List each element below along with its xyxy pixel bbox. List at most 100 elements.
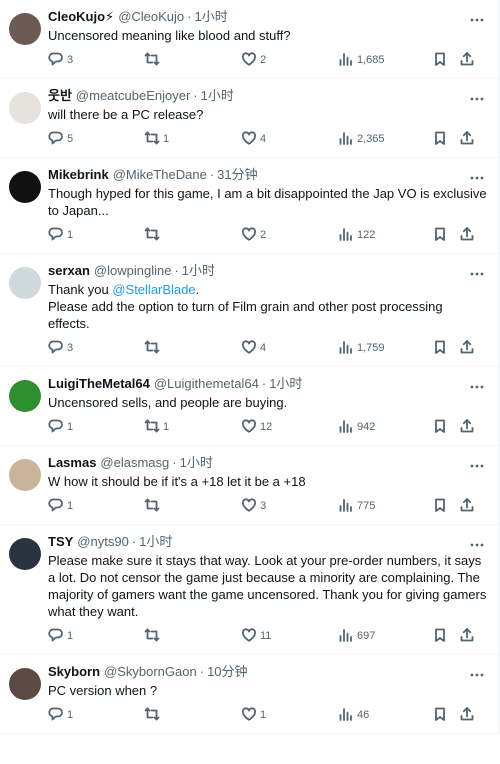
like-button[interactable]: 4: [241, 130, 266, 148]
avatar[interactable]: [9, 13, 41, 45]
avatar[interactable]: [9, 267, 41, 299]
tweet[interactable]: Mikebrink @MikeTheDane · 31分钟 Though hyp…: [0, 158, 499, 254]
avatar[interactable]: [9, 459, 41, 491]
bookmark-button[interactable]: [432, 706, 448, 724]
bookmark-button[interactable]: [432, 226, 448, 244]
tweet-text: Please make sure it stays that way. Look…: [48, 552, 487, 620]
mention-link[interactable]: @StellarBlade: [112, 282, 195, 297]
display-name[interactable]: Skyborn: [48, 663, 100, 681]
bookmark-button[interactable]: [432, 627, 448, 645]
share-button[interactable]: [459, 497, 475, 515]
like-button[interactable]: 11: [241, 627, 271, 645]
retweet-button[interactable]: [144, 226, 163, 244]
retweet-button[interactable]: [144, 706, 163, 724]
timestamp[interactable]: 1小时: [201, 87, 234, 105]
timestamp[interactable]: 10分钟: [207, 663, 247, 681]
share-button[interactable]: [459, 627, 475, 645]
bookmark-button[interactable]: [432, 130, 448, 148]
retweet-button[interactable]: [144, 51, 163, 69]
tweet[interactable]: Lasmas @elasmasg · 1小时 W how it should b…: [0, 446, 499, 525]
reply-button[interactable]: 1: [48, 627, 73, 645]
user-handle[interactable]: @MikeTheDane: [113, 166, 207, 184]
display-name[interactable]: 웃반: [48, 87, 72, 105]
views-button[interactable]: 1,759: [338, 339, 385, 357]
share-button[interactable]: [459, 339, 475, 357]
reply-button[interactable]: 1: [48, 497, 73, 515]
user-handle[interactable]: @Luigithemetal64: [154, 375, 259, 393]
views-button[interactable]: 2,365: [338, 130, 385, 148]
bookmark-button[interactable]: [432, 497, 448, 515]
retweet-button[interactable]: 1: [144, 130, 169, 148]
share-button[interactable]: [459, 706, 475, 724]
bookmark-button[interactable]: [432, 339, 448, 357]
more-icon[interactable]: [469, 379, 485, 395]
timestamp[interactable]: 31分钟: [217, 166, 257, 184]
reply-button[interactable]: 3: [48, 51, 73, 69]
views-button[interactable]: 775: [338, 497, 375, 515]
bookmark-button[interactable]: [432, 51, 448, 69]
more-icon[interactable]: [469, 667, 485, 683]
user-handle[interactable]: @lowpingline: [94, 262, 172, 280]
tweet[interactable]: TSY @nyts90 · 1小时 Please make sure it st…: [0, 525, 499, 655]
user-handle[interactable]: @CleoKujo: [118, 8, 184, 26]
more-icon[interactable]: [469, 266, 485, 282]
retweet-button[interactable]: 1: [144, 418, 169, 436]
reply-button[interactable]: 3: [48, 339, 73, 357]
timestamp[interactable]: 1小时: [180, 454, 213, 472]
share-button[interactable]: [459, 130, 475, 148]
like-button[interactable]: 4: [241, 339, 266, 357]
views-button[interactable]: 697: [338, 627, 375, 645]
share-button[interactable]: [459, 226, 475, 244]
timestamp[interactable]: 1小时: [139, 533, 172, 551]
more-icon[interactable]: [469, 458, 485, 474]
user-handle[interactable]: @nyts90: [77, 533, 129, 551]
timestamp[interactable]: 1小时: [182, 262, 215, 280]
more-icon[interactable]: [469, 537, 485, 553]
share-button[interactable]: [459, 51, 475, 69]
views-button[interactable]: 46: [338, 706, 369, 724]
like-button[interactable]: 2: [241, 226, 266, 244]
share-button[interactable]: [459, 418, 475, 436]
retweet-button[interactable]: [144, 497, 163, 515]
retweet-button[interactable]: [144, 339, 163, 357]
tweet[interactable]: Skyborn @SkybornGaon · 10分钟 PC version w…: [0, 655, 499, 734]
display-name[interactable]: TSY: [48, 533, 73, 551]
bookmark-button[interactable]: [432, 418, 448, 436]
views-count: 942: [357, 421, 376, 433]
views-button[interactable]: 1,685: [338, 51, 385, 69]
like-button[interactable]: 12: [241, 418, 272, 436]
like-button[interactable]: 1: [241, 706, 266, 724]
display-name[interactable]: LuigiTheMetal64: [48, 375, 150, 393]
like-button[interactable]: 2: [241, 51, 266, 69]
tweet[interactable]: 웃반 @meatcubeEnjoyer · 1小时 will there be …: [0, 79, 499, 158]
display-name[interactable]: CleoKujo⚡: [48, 8, 114, 26]
avatar[interactable]: [9, 668, 41, 700]
display-name[interactable]: serxan: [48, 262, 90, 280]
reply-button[interactable]: 1: [48, 226, 73, 244]
timestamp[interactable]: 1小时: [194, 8, 227, 26]
tweet[interactable]: CleoKujo⚡ @CleoKujo · 1小时 Uncensored mea…: [0, 0, 499, 79]
avatar[interactable]: [9, 380, 41, 412]
more-icon[interactable]: [469, 170, 485, 186]
user-handle[interactable]: @elasmasg: [100, 454, 169, 472]
views-button[interactable]: 942: [338, 418, 375, 436]
tweet[interactable]: serxan @lowpingline · 1小时 Thank you @Ste…: [0, 254, 499, 367]
user-handle[interactable]: @SkybornGaon: [104, 663, 197, 681]
retweet-button[interactable]: [144, 627, 163, 645]
views-button[interactable]: 122: [338, 226, 375, 244]
reply-button[interactable]: 1: [48, 418, 73, 436]
display-name[interactable]: Mikebrink: [48, 166, 109, 184]
avatar[interactable]: [9, 538, 41, 570]
avatar[interactable]: [9, 171, 41, 203]
reply-button[interactable]: 1: [48, 706, 73, 724]
timestamp[interactable]: 1小时: [269, 375, 302, 393]
avatar[interactable]: [9, 92, 41, 124]
display-name[interactable]: Lasmas: [48, 454, 96, 472]
user-handle[interactable]: @meatcubeEnjoyer: [76, 87, 190, 105]
like-button[interactable]: 3: [241, 497, 266, 515]
reply-button[interactable]: 5: [48, 130, 73, 148]
tweet-text-line: will there be a PC release?: [48, 107, 204, 122]
more-icon[interactable]: [469, 91, 485, 107]
tweet[interactable]: LuigiTheMetal64 @Luigithemetal64 · 1小时 U…: [0, 367, 499, 446]
more-icon[interactable]: [469, 12, 485, 28]
